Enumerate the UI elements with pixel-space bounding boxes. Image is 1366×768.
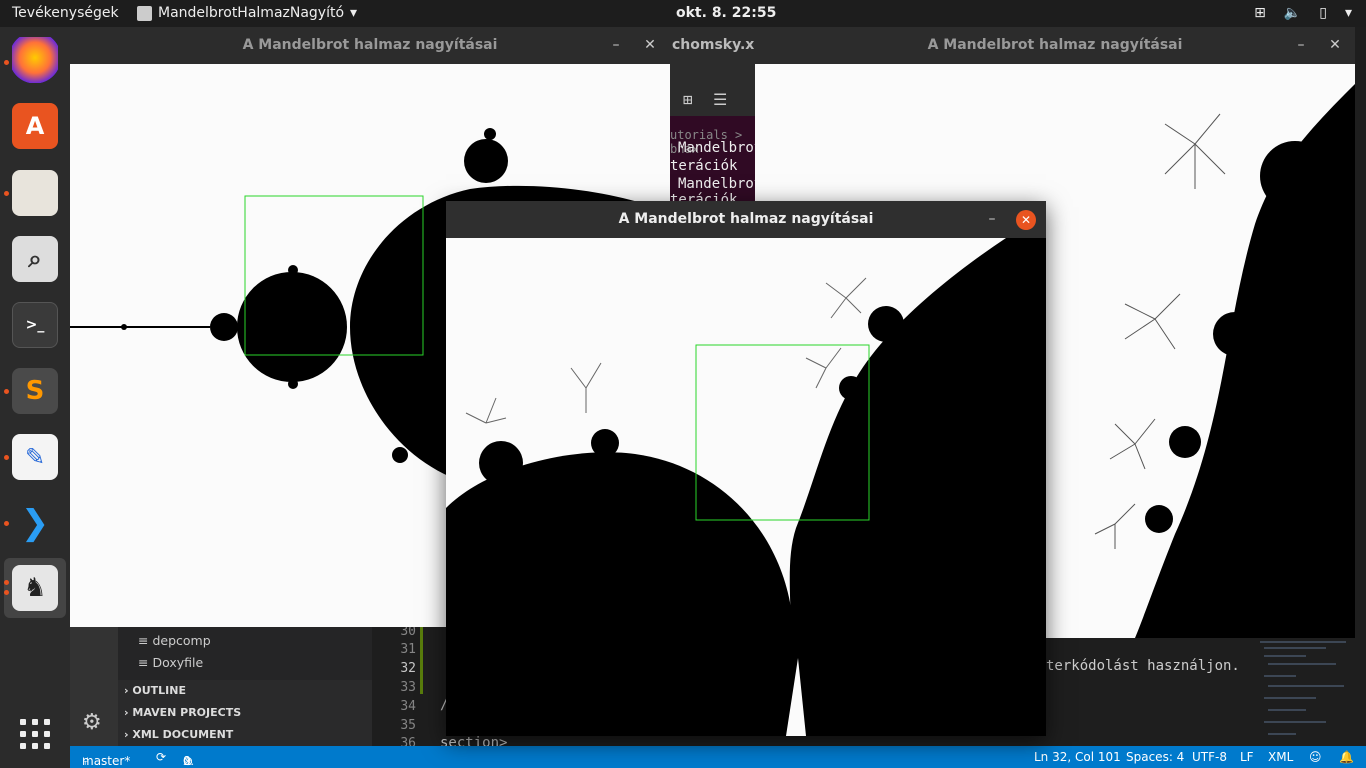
activities-button[interactable]: Tevékenységek — [12, 5, 119, 21]
mandelbrot-image — [446, 238, 1046, 736]
java-icon[interactable]: ♞ — [12, 565, 58, 611]
feedback-icon[interactable]: ☺ — [1309, 750, 1322, 764]
xml-document-section[interactable]: › XML DOCUMENT — [124, 728, 233, 741]
battery-icon: ▯ — [1319, 5, 1327, 21]
chevron-down-icon: ▾ — [350, 5, 358, 21]
minimize-button[interactable]: – — [1289, 27, 1313, 64]
file-item[interactable]: ≡ depcomp — [138, 633, 211, 648]
indentation[interactable]: Spaces: 4 — [1126, 750, 1184, 764]
network-icon: ⊞ — [1254, 5, 1266, 21]
file-item[interactable]: ≡ Doxyfile — [138, 655, 203, 670]
line-numbers: 30 31 32 33 34 35 36 — [372, 624, 442, 746]
terminal-line: Mandelbrot — [678, 140, 763, 156]
top-bar: Tevékenységek MandelbrotHalmazNagyító ▾ … — [0, 0, 1366, 27]
chevron-down-icon: ▾ — [1344, 5, 1352, 21]
terminal-line: terációk — [670, 158, 738, 174]
dock: A ⌕ >_ S ✎ ❯ ♞ — [0, 27, 70, 768]
mandelbrot-canvas[interactable] — [446, 238, 1046, 736]
code-line[interactable]: terkódolást használjon. — [1046, 658, 1240, 674]
close-button[interactable]: ✕ — [638, 27, 662, 64]
search-tool-icon[interactable]: ⌕ — [12, 236, 58, 282]
firefox-icon[interactable] — [12, 37, 58, 83]
software-icon[interactable]: A — [12, 103, 58, 149]
minimize-button[interactable]: – — [980, 201, 1004, 238]
minimap-preview — [1260, 641, 1346, 735]
running-indicator — [4, 60, 9, 65]
window-titlebar[interactable]: A Mandelbrot halmaz nagyításai – ✕ — [446, 201, 1046, 238]
maven-section[interactable]: › MAVEN PROJECTS — [124, 706, 241, 719]
terminal-icon[interactable]: >_ — [12, 302, 58, 348]
window-titlebar[interactable]: A Mandelbrot halmaz nagyításai – ✕ — [70, 27, 670, 64]
clock[interactable]: okt. 8. 22:55 — [676, 5, 776, 21]
window-title: A Mandelbrot halmaz nagyításai — [242, 37, 498, 53]
system-tray[interactable]: ⊞ 🔈 ▯ ▾ — [1254, 5, 1352, 21]
apps-grid-icon[interactable] — [20, 719, 50, 749]
outline-section[interactable]: › OUTLINE — [124, 684, 186, 697]
window-title: A Mandelbrot halmaz nagyításai — [618, 211, 874, 227]
file-icon: ≡ — [138, 655, 153, 670]
volume-icon: 🔈 — [1283, 5, 1302, 21]
window-titlebar[interactable]: A Mandelbrot halmaz nagyításai – ✕ — [755, 27, 1355, 64]
new-tab-icon[interactable]: ⊞ — [683, 90, 693, 109]
terminal-tab[interactable]: chomsky.xml — [670, 27, 774, 64]
sync-icon[interactable]: ⟳ — [156, 750, 166, 764]
text-editor-icon[interactable]: ✎ — [12, 434, 58, 480]
running-indicator — [4, 455, 9, 460]
files-icon[interactable] — [12, 170, 58, 216]
running-indicator — [4, 389, 9, 394]
code-line[interactable]: section> — [440, 735, 507, 746]
minimap[interactable] — [1256, 636, 1354, 746]
terminal-line: Mandelbrot — [678, 176, 763, 192]
language-mode[interactable]: XML — [1268, 750, 1293, 764]
bell-icon[interactable]: 🔔 — [1339, 750, 1354, 764]
gear-icon[interactable]: ⚙ — [82, 710, 102, 735]
menu-icon[interactable]: ☰ — [713, 90, 727, 109]
line-ending[interactable]: LF — [1240, 750, 1254, 764]
sublime-icon[interactable]: S — [12, 368, 58, 414]
terminal-window[interactable]: ⊞ ☰ utorials > bhax Mandelbrot terációk … — [670, 64, 762, 204]
encoding[interactable]: UTF-8 — [1192, 750, 1227, 764]
activity-bar: ⚙ — [70, 626, 118, 746]
mandelbrot-window-front[interactable]: A Mandelbrot halmaz nagyításai – ✕ — [446, 201, 1046, 736]
app-menu-label: MandelbrotHalmazNagyító — [158, 5, 345, 21]
app-menu[interactable]: MandelbrotHalmazNagyító ▾ — [137, 5, 357, 21]
running-indicator — [4, 580, 9, 585]
window-title: A Mandelbrot halmaz nagyításai — [927, 37, 1183, 53]
close-button[interactable]: ✕ — [1016, 210, 1036, 230]
running-indicator — [4, 191, 9, 196]
vscode-icon[interactable]: ❯ — [12, 500, 58, 546]
file-icon: ≡ — [138, 633, 153, 648]
running-indicator — [4, 590, 9, 595]
app-icon — [137, 5, 152, 21]
explorer-sidebar: ≡ depcomp ≡ Doxyfile › OUTLINE › MAVEN P… — [118, 626, 372, 746]
running-indicator — [4, 521, 9, 526]
cursor-position[interactable]: Ln 32, Col 101 — [1034, 750, 1121, 764]
close-button[interactable]: ✕ — [1323, 27, 1347, 64]
status-bar: ⑂ master* ⟳ ⊗ 0 ⚠ 0 Ln 32, Col 101 Space… — [70, 746, 1366, 768]
minimize-button[interactable]: – — [604, 27, 628, 64]
